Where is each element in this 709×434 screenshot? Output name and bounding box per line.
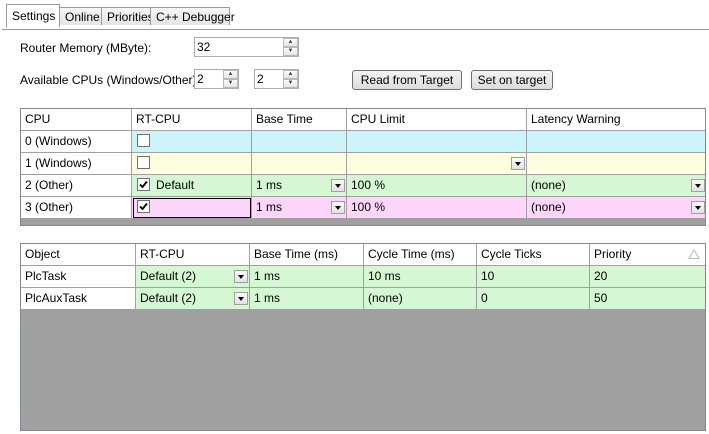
priority-cell: 20 xyxy=(590,266,705,288)
latency-warning-cell[interactable]: (none) xyxy=(527,197,705,219)
column-header[interactable]: CPU xyxy=(21,109,132,131)
read-from-target-button[interactable]: Read from Target xyxy=(352,70,462,90)
cpu-cell: 0 (Windows) xyxy=(21,131,132,153)
available-cpus-label: Available CPUs (Windows/Other): xyxy=(20,73,200,87)
set-on-target-button[interactable]: Set on target xyxy=(471,70,553,90)
latency-warning-cell[interactable] xyxy=(527,131,705,153)
cycle-time-cell: (none) xyxy=(364,288,477,310)
cpus-total-value[interactable]: 2 xyxy=(197,72,204,86)
cpu-limit-cell[interactable]: 100 % xyxy=(347,197,527,219)
tab-divider xyxy=(2,29,709,30)
cpu-limit-cell[interactable] xyxy=(347,131,527,153)
cpus-total-stepper[interactable]: 2 ▲ ▼ xyxy=(194,69,239,89)
column-header[interactable]: Latency Warning xyxy=(527,109,705,131)
cpu-cell: 3 (Other) xyxy=(21,197,132,219)
rt-cpu-cell[interactable]: Default (2) xyxy=(136,266,250,288)
task-table: Object RT-CPU Base Time (ms) Cycle Time … xyxy=(20,243,706,431)
base-time-cell: 1 ms xyxy=(250,266,364,288)
cpu-limit-value: 100 % xyxy=(351,178,386,192)
cpu-table: CPU RT-CPU Base Time CPU Limit Latency W… xyxy=(20,108,706,226)
spin-down-icon[interactable]: ▼ xyxy=(283,79,298,88)
cycle-ticks-cell: 10 xyxy=(477,266,590,288)
cycle-time-cell: 10 ms xyxy=(364,266,477,288)
rt-cpu-value: Default (2) xyxy=(140,269,197,283)
router-memory-stepper[interactable]: 32 ▲ ▼ xyxy=(194,37,299,57)
tab-bar: Settings Online Priorities C++ Debugger xyxy=(2,4,709,30)
rt-cpu-checkbox[interactable] xyxy=(137,134,150,147)
spin-down-icon[interactable]: ▼ xyxy=(283,47,298,56)
checkmark-icon xyxy=(139,180,148,189)
dropdown-arrow-icon[interactable] xyxy=(691,179,705,192)
column-header[interactable]: Cycle Ticks xyxy=(477,244,590,266)
latency-warning-value: (none) xyxy=(531,200,566,214)
dropdown-arrow-icon[interactable] xyxy=(691,201,705,214)
dropdown-arrow-icon[interactable] xyxy=(234,270,248,283)
base-time-value: 1 ms xyxy=(256,200,283,214)
base-time-cell[interactable] xyxy=(252,131,347,153)
column-header[interactable]: RT-CPU xyxy=(132,109,252,131)
spin-up-icon[interactable]: ▲ xyxy=(283,70,298,79)
router-memory-value[interactable]: 32 xyxy=(197,40,210,54)
dropdown-arrow-icon[interactable] xyxy=(234,292,248,305)
rt-cpu-checkbox[interactable] xyxy=(137,178,150,191)
spin-down-icon[interactable]: ▼ xyxy=(223,79,238,88)
column-header[interactable]: Base Time (ms) xyxy=(250,244,364,266)
spin-up-icon[interactable]: ▲ xyxy=(223,70,238,79)
priority-cell: 50 xyxy=(590,288,705,310)
column-header[interactable]: CPU Limit xyxy=(347,109,527,131)
router-memory-label: Router Memory (MByte): xyxy=(20,41,152,55)
latency-warning-value: (none) xyxy=(531,178,566,192)
checkmark-icon xyxy=(139,202,148,211)
rt-cpu-cell[interactable] xyxy=(132,197,252,219)
sort-ascending-icon[interactable] xyxy=(688,249,700,259)
cycle-ticks-cell: 0 xyxy=(477,288,590,310)
cpu-cell: 2 (Other) xyxy=(21,175,132,197)
tab-cpp-debugger[interactable]: C++ Debugger xyxy=(150,7,235,25)
column-header[interactable]: Priority xyxy=(590,244,705,266)
base-time-cell[interactable]: 1 ms xyxy=(252,197,347,219)
rt-cpu-cell[interactable]: Default (2) xyxy=(136,288,250,310)
column-header[interactable]: Object xyxy=(21,244,136,266)
object-cell: PlcAuxTask xyxy=(21,288,136,310)
column-header[interactable]: Base Time xyxy=(252,109,347,131)
latency-warning-cell[interactable] xyxy=(527,153,705,175)
cpu-cell: 1 (Windows) xyxy=(21,153,132,175)
column-header[interactable]: Cycle Time (ms) xyxy=(364,244,477,266)
base-time-cell[interactable]: 1 ms xyxy=(252,175,347,197)
dropdown-arrow-icon[interactable] xyxy=(331,179,345,192)
spin-up-icon[interactable]: ▲ xyxy=(283,38,298,47)
priority-header-label: Priority xyxy=(594,247,632,261)
dropdown-arrow-icon[interactable] xyxy=(331,201,345,214)
rt-cpu-checkbox[interactable] xyxy=(137,200,150,213)
rt-cpu-value: Default (2) xyxy=(140,291,197,305)
object-cell: PlcTask xyxy=(21,266,136,288)
latency-warning-cell[interactable]: (none) xyxy=(527,175,705,197)
tab-online[interactable]: Online xyxy=(59,7,102,25)
rt-cpu-value: Default xyxy=(156,178,195,192)
tab-settings[interactable]: Settings xyxy=(6,4,60,27)
base-time-cell: 1 ms xyxy=(250,288,364,310)
dropdown-arrow-icon[interactable] xyxy=(511,157,525,170)
cpu-limit-cell[interactable]: 100 % xyxy=(347,175,527,197)
column-header[interactable]: RT-CPU xyxy=(136,244,250,266)
cpus-other-stepper[interactable]: 2 ▲ ▼ xyxy=(254,69,299,89)
rt-cpu-cell[interactable]: Default xyxy=(132,175,252,197)
cpu-limit-cell[interactable] xyxy=(347,153,527,175)
base-time-value: 1 ms xyxy=(256,178,283,192)
rt-cpu-cell[interactable] xyxy=(132,131,252,153)
cpu-limit-value: 100 % xyxy=(351,200,386,214)
rt-cpu-checkbox[interactable] xyxy=(137,156,150,169)
tab-priorities[interactable]: Priorities xyxy=(101,7,154,25)
cpus-other-value[interactable]: 2 xyxy=(257,72,264,86)
rt-cpu-cell[interactable] xyxy=(132,153,252,175)
base-time-cell[interactable] xyxy=(252,153,347,175)
